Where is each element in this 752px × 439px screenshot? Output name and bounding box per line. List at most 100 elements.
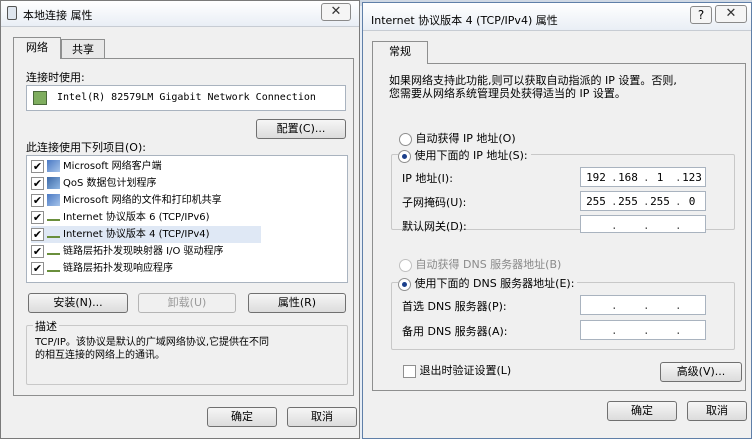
item-label: Microsoft 网络客户端 xyxy=(63,161,162,172)
preferred-dns-label: 首选 DNS 服务器(P): xyxy=(402,300,507,313)
item-label: Internet 协议版本 4 (TCP/IPv4) xyxy=(63,229,210,240)
ip-dot: . xyxy=(675,299,682,312)
checkbox-ms-client[interactable]: ✔ xyxy=(31,159,44,173)
auto-dns-option[interactable]: 自动获得 DNS 服务器地址(B) xyxy=(399,256,561,272)
right-close-button[interactable]: ✕ xyxy=(715,5,747,23)
ipv4-properties-dialog: Internet 协议版本 4 (TCP/IPv4) 属性 ? ✕ 常规 如果网… xyxy=(362,2,752,439)
item-label: Microsoft 网络的文件和打印机共享 xyxy=(63,195,222,206)
mask-octet-2: 255 xyxy=(618,195,638,208)
checkbox-qos[interactable]: ✔ xyxy=(31,176,44,190)
right-cancel-button[interactable]: 取消 xyxy=(687,401,747,421)
tab-general[interactable]: 常规 xyxy=(372,41,428,64)
validate-option[interactable]: 退出时验证设置(L) xyxy=(403,362,511,378)
properties-button[interactable]: 属性(R) xyxy=(248,293,346,313)
manual-ip-radio[interactable] xyxy=(398,149,411,163)
ip-dot: . xyxy=(643,299,650,312)
tab-network-label: 网络 xyxy=(26,41,48,54)
gateway-label: 默认网关(D): xyxy=(402,220,467,233)
ip-dot: . xyxy=(643,324,650,337)
auto-ip-option[interactable]: 自动获得 IP 地址(O) xyxy=(399,130,516,146)
ip-address-label: IP 地址(I): xyxy=(402,172,453,185)
list-item[interactable]: ✔ QoS 数据包计划程序 xyxy=(31,175,157,192)
ip-dot: . xyxy=(675,219,682,232)
alternate-dns-field[interactable]: . . . xyxy=(580,320,706,340)
gateway-field[interactable]: . . . xyxy=(580,215,706,233)
file-printer-sharing-icon xyxy=(47,194,60,206)
protocol-icon xyxy=(47,213,60,221)
adapter-name: Intel(R) 82579LM Gigabit Network Connect… xyxy=(57,92,316,103)
advanced-button[interactable]: 高级(V)... xyxy=(660,362,742,382)
subnet-mask-label: 子网掩码(U): xyxy=(402,196,467,209)
manual-dns-group: 使用下面的 DNS 服务器地址(E): 首选 DNS 服务器(P): . . .… xyxy=(391,275,735,350)
preferred-dns-field[interactable]: . . . xyxy=(580,295,706,315)
subnet-mask-field[interactable]: 255 . 255 . 255 . 0 xyxy=(580,191,706,211)
list-item[interactable]: ✔ 链路层拓扑发现响应程序 xyxy=(31,260,173,277)
left-cancel-button[interactable]: 取消 xyxy=(287,407,357,427)
ip-octet-2: 168 xyxy=(618,171,638,184)
help-button[interactable]: ? xyxy=(690,6,712,24)
left-close-button[interactable]: ✕ xyxy=(321,3,351,21)
description-label: 描述 xyxy=(33,318,59,334)
checkbox-ipv6[interactable]: ✔ xyxy=(31,210,44,224)
list-item[interactable]: ✔ Internet 协议版本 6 (TCP/IPv6) xyxy=(31,209,210,226)
network-client-icon xyxy=(47,160,60,172)
network-tab-panel: 连接时使用: Intel(R) 82579LM Gigabit Network … xyxy=(13,58,354,396)
ip-dot: . xyxy=(611,299,618,312)
checkbox-lltd-mapper[interactable]: ✔ xyxy=(31,244,44,258)
right-ok-button[interactable]: 确定 xyxy=(607,401,677,421)
item-label: 链路层拓扑发现映射器 I/O 驱动程序 xyxy=(63,246,224,257)
tab-sharing-label: 共享 xyxy=(72,43,94,56)
ip-dot: . xyxy=(675,324,682,337)
configure-button[interactable]: 配置(C)... xyxy=(256,119,346,139)
network-adapter-icon xyxy=(33,91,47,105)
checkbox-lltd-responder[interactable]: ✔ xyxy=(31,261,44,275)
manual-dns-radio[interactable] xyxy=(398,277,411,291)
ip-address-field[interactable]: 192 . 168 . 1 . 123 xyxy=(580,167,706,187)
ip-octet-3: 1 xyxy=(656,171,664,184)
auto-dns-radio[interactable] xyxy=(399,258,412,272)
right-dialog-title: Internet 协议版本 4 (TCP/IPv4) 属性 xyxy=(371,14,558,27)
checkbox-file-printer-sharing[interactable]: ✔ xyxy=(31,193,44,207)
validate-label: 退出时验证设置(L) xyxy=(419,364,512,377)
list-item-selected[interactable]: ✔ Internet 协议版本 4 (TCP/IPv4) xyxy=(31,226,261,243)
general-tab-panel: 如果网络支持此功能,则可以获取自动指派的 IP 设置。否则, 您需要从网络系统管… xyxy=(372,63,746,391)
left-title-bar[interactable]: 本地连接 属性 ✕ xyxy=(1,1,359,27)
manual-ip-option[interactable]: 使用下面的 IP 地址(S): xyxy=(398,147,531,163)
description-line-2: 的相互连接的网络上的通讯。 xyxy=(35,350,165,361)
auto-dns-label: 自动获得 DNS 服务器地址(B) xyxy=(415,258,562,271)
manual-dns-label: 使用下面的 DNS 服务器地址(E): xyxy=(414,277,575,290)
intro-line-2: 您需要从网络系统管理员处获得适当的 IP 设置。 xyxy=(389,87,626,100)
connect-using-label: 连接时使用: xyxy=(26,71,85,84)
ip-dot: . xyxy=(611,219,618,232)
protocol-icon xyxy=(47,230,60,238)
tab-network[interactable]: 网络 xyxy=(13,37,61,59)
local-connection-properties-dialog: 本地连接 属性 ✕ 网络 共享 连接时使用: Intel(R) 82579LM … xyxy=(0,0,360,439)
ip-dot: . xyxy=(611,324,618,337)
list-item[interactable]: ✔ Microsoft 网络客户端 xyxy=(31,158,162,175)
adapter-box: Intel(R) 82579LM Gigabit Network Connect… xyxy=(26,85,346,111)
list-item[interactable]: ✔ 链路层拓扑发现映射器 I/O 驱动程序 xyxy=(31,243,224,260)
manual-ip-label: 使用下面的 IP 地址(S): xyxy=(414,149,528,162)
ip-octet-4: 123 xyxy=(682,171,702,184)
list-item[interactable]: ✔ Microsoft 网络的文件和打印机共享 xyxy=(31,192,222,209)
mask-octet-3: 255 xyxy=(650,195,670,208)
protocol-icon xyxy=(47,264,60,272)
left-dialog-title: 本地连接 属性 xyxy=(23,9,93,22)
item-label: 链路层拓扑发现响应程序 xyxy=(63,263,173,274)
checkbox-ipv4[interactable]: ✔ xyxy=(31,227,44,241)
right-title-bar[interactable]: Internet 协议版本 4 (TCP/IPv4) 属性 ? ✕ xyxy=(363,3,751,31)
auto-ip-radio[interactable] xyxy=(399,132,412,146)
items-label: 此连接使用下列项目(O): xyxy=(26,141,146,154)
description-text: TCP/IP。该协议是默认的广域网络协议,它提供在不同 的相互连接的网络上的通讯… xyxy=(35,336,269,362)
mask-octet-4: 0 xyxy=(688,195,696,208)
tab-general-label: 常规 xyxy=(389,45,411,58)
components-list[interactable]: ✔ Microsoft 网络客户端 ✔ QoS 数据包计划程序 ✔ Microsoft… xyxy=(26,155,348,283)
validate-checkbox[interactable] xyxy=(403,364,416,378)
auto-ip-label: 自动获得 IP 地址(O) xyxy=(415,132,516,145)
left-ok-button[interactable]: 确定 xyxy=(207,407,277,427)
tab-sharing[interactable]: 共享 xyxy=(61,39,105,59)
manual-dns-option[interactable]: 使用下面的 DNS 服务器地址(E): xyxy=(398,275,578,291)
install-button[interactable]: 安装(N)... xyxy=(28,293,128,313)
uninstall-button[interactable]: 卸载(U) xyxy=(138,293,236,313)
protocol-icon xyxy=(47,247,60,255)
